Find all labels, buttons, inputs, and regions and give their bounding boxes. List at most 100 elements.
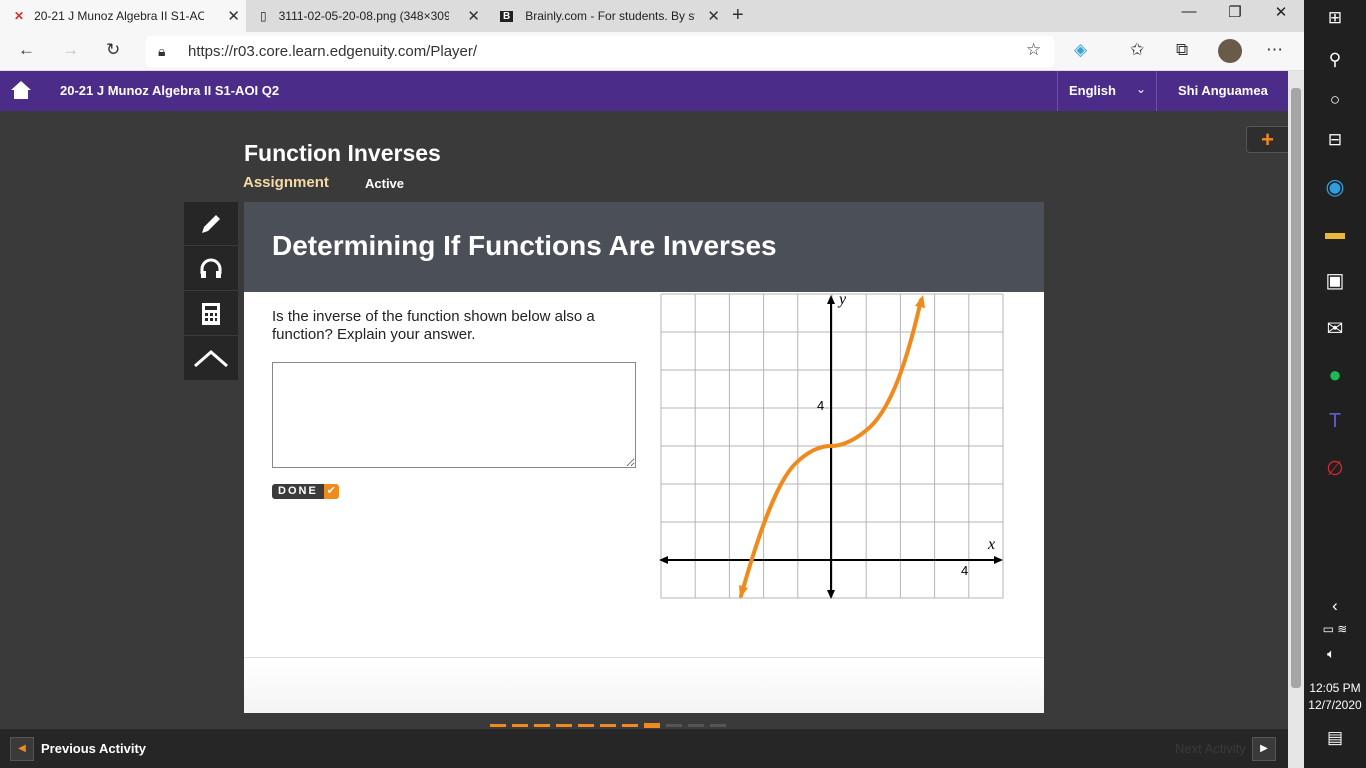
pencil-icon: [202, 214, 220, 233]
tab-title: 20-21 J Munoz Algebra II S1-AOI: [34, 9, 205, 23]
tab-brainly[interactable]: B Brainly.com - For students. By student…: [486, 0, 726, 32]
edgenuity-icon: ✕: [14, 9, 25, 23]
date: 12/7/2020: [1308, 698, 1362, 712]
activity-card: Determining If Functions Are Inverses Is…: [244, 202, 1044, 713]
mail-icon[interactable]: ✉: [1304, 316, 1366, 341]
refresh-icon[interactable]: ↻: [106, 40, 120, 60]
page-icon: ▯: [260, 9, 267, 23]
card-footer: [244, 657, 1044, 713]
close-tab-icon[interactable]: ✕: [707, 7, 720, 25]
extension-icon[interactable]: ◈: [1074, 40, 1087, 60]
pencil-button[interactable]: [184, 202, 238, 246]
close-window-icon[interactable]: ✕: [1258, 3, 1304, 21]
spotify-icon[interactable]: ●: [1304, 362, 1366, 388]
progress-step[interactable]: [556, 723, 572, 727]
curve-arrow-top: [915, 295, 925, 308]
question-text: Is the inverse of the function shown bel…: [272, 308, 595, 343]
previous-activity-link[interactable]: Previous Activity: [41, 741, 146, 756]
tab-bar: ✕ 20-21 J Munoz Algebra II S1-AOI ✕ ▯ 31…: [0, 0, 1304, 32]
progress-step[interactable]: [666, 723, 682, 727]
progress-step[interactable]: [512, 723, 528, 727]
tool-sidebar: [184, 202, 238, 381]
chevron-down-icon: ⌄: [1136, 82, 1147, 96]
progress-step[interactable]: [578, 723, 594, 727]
forward-icon[interactable]: →: [62, 40, 79, 60]
calculator-button[interactable]: [184, 292, 238, 336]
profile-avatar[interactable]: [1218, 39, 1242, 63]
more-icon[interactable]: ⋯: [1266, 40, 1283, 60]
calculator-icon: [202, 302, 220, 325]
x-axis-arrow-left: [659, 556, 668, 564]
minimize-icon[interactable]: —: [1166, 3, 1212, 20]
progress-step[interactable]: [490, 723, 506, 727]
plus-button[interactable]: +: [1246, 126, 1288, 153]
x-axis-arrow-right: [994, 556, 1003, 564]
x-tick-label: 4: [961, 563, 968, 578]
headphones-icon: [200, 258, 222, 278]
next-arrow-icon[interactable]: ▶: [1252, 737, 1276, 761]
collections-icon[interactable]: ⧉: [1176, 40, 1188, 60]
tab-edgenuity[interactable]: ✕ 20-21 J Munoz Algebra II S1-AOI ✕: [0, 0, 246, 32]
close-tab-icon[interactable]: ✕: [227, 7, 240, 25]
progress-step[interactable]: [534, 723, 550, 727]
maximize-icon[interactable]: ❐: [1212, 3, 1258, 21]
store-icon[interactable]: ▣: [1304, 268, 1366, 293]
windows-start-icon[interactable]: ⊞: [1304, 8, 1366, 28]
done-label: DONE: [272, 484, 324, 499]
file-explorer-icon[interactable]: ▬: [1304, 222, 1366, 245]
collapse-button[interactable]: [184, 337, 238, 381]
app-icon[interactable]: ∅: [1304, 456, 1366, 481]
task-view-icon[interactable]: ⊟: [1304, 130, 1366, 150]
progress-step[interactable]: [688, 723, 704, 727]
progress-step[interactable]: [710, 723, 726, 727]
activity-title: Determining If Functions Are Inverses: [272, 230, 777, 261]
done-button[interactable]: DONE ✔: [272, 484, 339, 499]
scrollbar-thumb[interactable]: [1291, 88, 1301, 688]
previous-arrow-icon[interactable]: ◀: [10, 737, 34, 761]
search-icon[interactable]: ⚲: [1304, 50, 1366, 70]
edge-icon[interactable]: ◉: [1304, 174, 1366, 200]
bottom-nav-bar: ◀ Previous Activity Next Activity ▶: [0, 729, 1288, 768]
back-icon[interactable]: ←: [18, 40, 35, 60]
volume-icon[interactable]: 🔈︎: [1300, 646, 1362, 662]
progress-step[interactable]: [644, 722, 660, 728]
progress-step[interactable]: [600, 723, 616, 727]
status-label: Active: [365, 176, 405, 191]
tab-title: 3111-02-05-20-08.png (348×309): [278, 9, 449, 23]
new-tab-icon[interactable]: +: [732, 4, 744, 27]
check-icon: ✔: [323, 484, 339, 499]
home-icon[interactable]: [10, 80, 32, 100]
url-text[interactable]: https://r03.core.learn.edgenuity.com/Pla…: [188, 43, 477, 60]
caret-up-icon: [194, 349, 228, 367]
audio-button[interactable]: [184, 247, 238, 291]
card-header: Determining If Functions Are Inverses: [244, 202, 1044, 292]
course-header: 20-21 J Munoz Algebra II S1-AOI Q2 Engli…: [0, 71, 1288, 111]
time: 12:05 PM: [1309, 681, 1361, 695]
course-title: 20-21 J Munoz Algebra II S1-AOI Q2: [60, 83, 280, 98]
battery-wifi-icon[interactable]: ▭ ≋: [1304, 622, 1366, 636]
clock[interactable]: 12:05 PM 12/7/2020: [1304, 680, 1366, 714]
y-axis-arrow-up: [827, 295, 835, 304]
chevron-left-icon[interactable]: ‹: [1304, 596, 1366, 616]
x-axis-label: x: [987, 536, 995, 553]
favorites-icon[interactable]: ✩: [1130, 40, 1144, 60]
star-icon[interactable]: ☆: [1026, 40, 1041, 60]
notifications-icon[interactable]: ▤: [1304, 728, 1366, 748]
cortana-icon[interactable]: ○: [1304, 90, 1366, 110]
curve-arrow-bottom: [739, 585, 748, 598]
tab-image[interactable]: ▯ 3111-02-05-20-08.png (348×309) ✕: [246, 0, 486, 32]
close-tab-icon[interactable]: ✕: [467, 7, 480, 25]
teams-icon[interactable]: T: [1304, 410, 1366, 433]
progress-step[interactable]: [622, 723, 638, 727]
language-select[interactable]: English ⌄: [1057, 71, 1157, 111]
language-label: English: [1069, 83, 1116, 98]
answer-input[interactable]: [272, 362, 636, 468]
next-activity-link[interactable]: Next Activity: [1175, 741, 1246, 756]
lock-icon: 🔒︎: [158, 43, 166, 59]
y-axis-label: y: [837, 292, 847, 308]
lesson-title: Function Inverses: [244, 140, 441, 166]
tab-assignment[interactable]: Assignment: [243, 174, 329, 191]
brainly-icon: B: [500, 10, 514, 22]
user-name[interactable]: Shi Anguamea: [1178, 83, 1268, 98]
y-tick-label: 4: [817, 398, 824, 413]
